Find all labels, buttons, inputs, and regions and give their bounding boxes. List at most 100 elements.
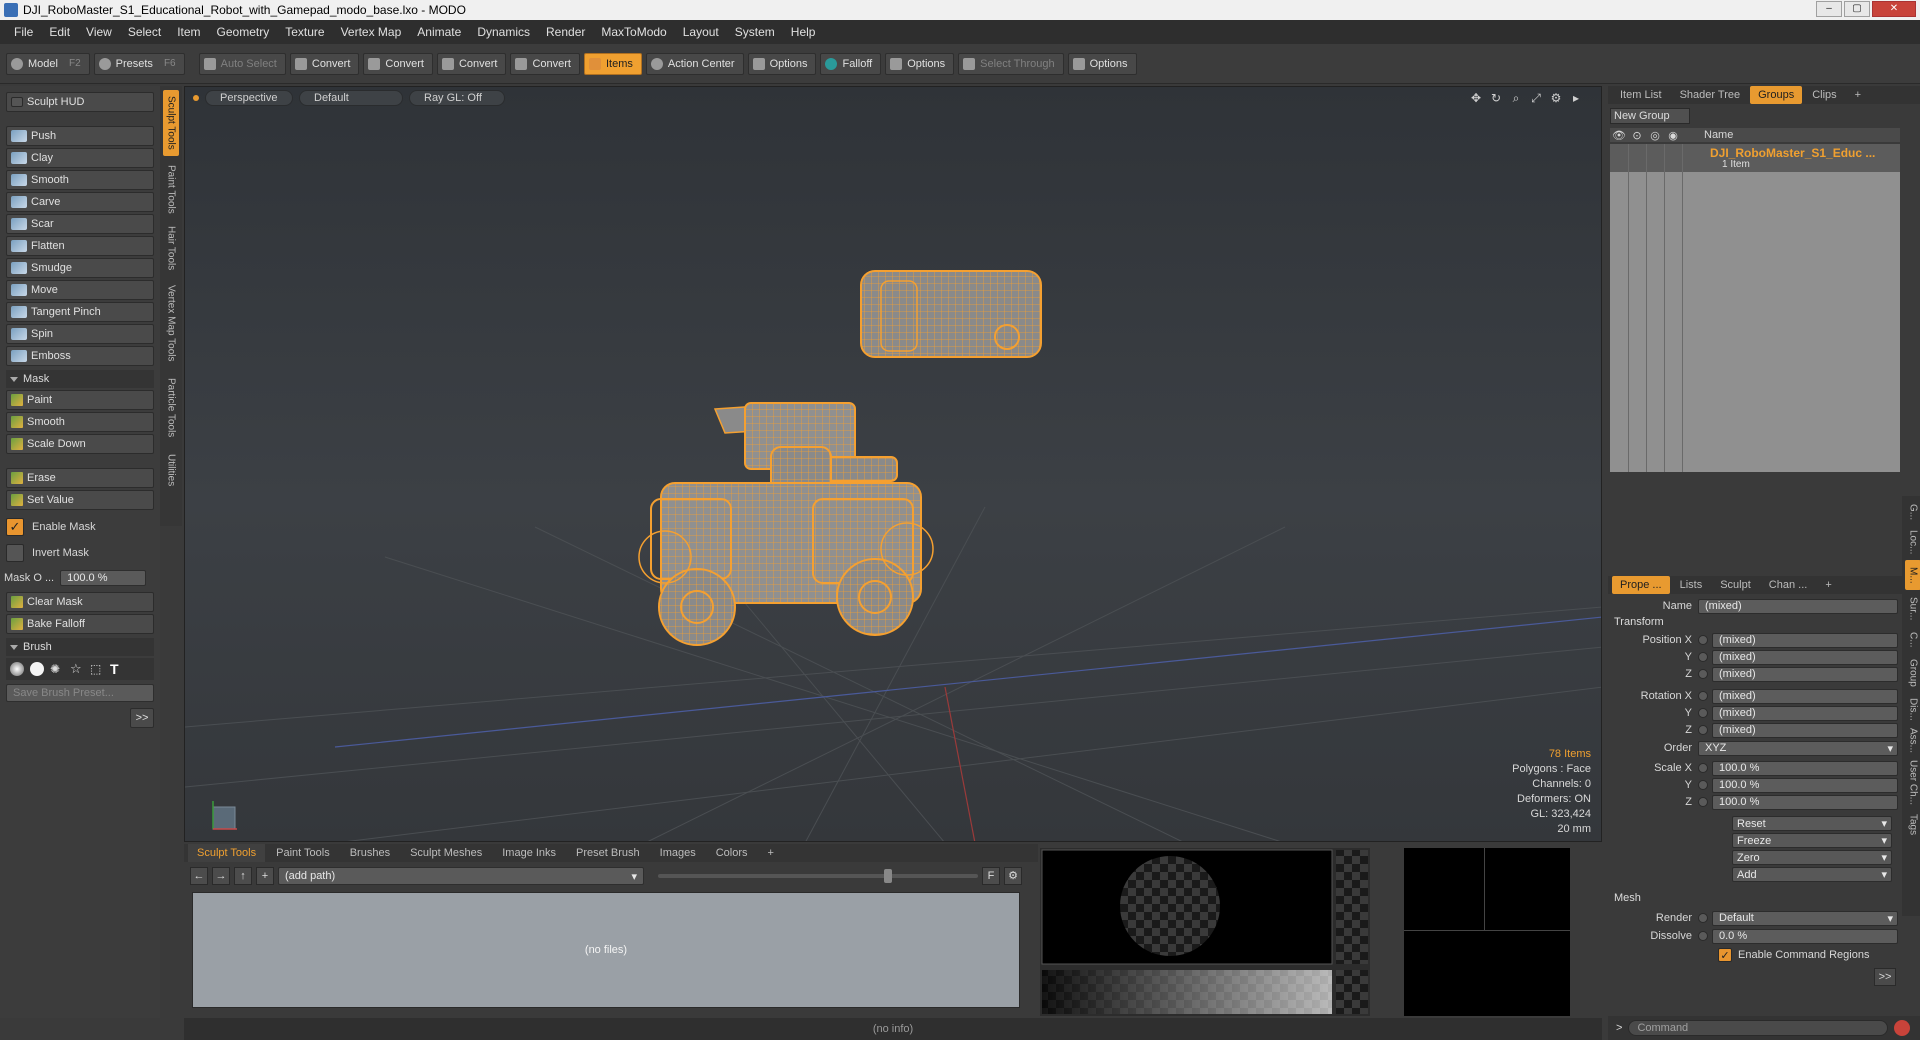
minimize-button[interactable]: – xyxy=(1816,1,1842,17)
menu-vertex-map[interactable]: Vertex Map xyxy=(333,25,410,39)
keyframe-dot-icon[interactable] xyxy=(1698,669,1708,679)
invert-mask-checkbox[interactable] xyxy=(6,544,24,562)
vtab-g[interactable]: G... xyxy=(1905,500,1920,524)
3d-viewport[interactable]: Perspective Default Ray GL: Off ✥ ↻ ⌕ ⤢ … xyxy=(184,86,1602,842)
up-folder-icon[interactable]: ↑ xyxy=(234,867,252,885)
tab-lists[interactable]: Lists xyxy=(1672,576,1711,594)
expand-panel-button[interactable]: >> xyxy=(130,708,154,728)
vtab-c[interactable]: C... xyxy=(1905,628,1920,652)
position-z-field[interactable]: (mixed) xyxy=(1712,666,1898,682)
render-dropdown[interactable]: Default ▾ xyxy=(1712,910,1898,926)
groups-list[interactable]: DJI_RoboMaster_S1_Educ ... 1 Item xyxy=(1610,144,1900,472)
mask-paint-button[interactable]: Paint xyxy=(6,390,154,410)
rotation-y-field[interactable]: (mixed) xyxy=(1712,705,1898,721)
keyframe-dot-icon[interactable] xyxy=(1698,797,1708,807)
add-tab-button[interactable]: + xyxy=(759,844,783,862)
tab-sculpt[interactable]: Sculpt xyxy=(1712,576,1759,594)
procedural-brush-icon[interactable]: ⬚ xyxy=(90,662,104,676)
tool-emboss-button[interactable]: Emboss xyxy=(6,346,154,366)
keyframe-dot-icon[interactable] xyxy=(1698,691,1708,701)
rotation-z-field[interactable]: (mixed) xyxy=(1712,722,1898,738)
tab-paint-tools-browser[interactable]: Paint Tools xyxy=(267,844,339,862)
menu-animate[interactable]: Animate xyxy=(409,25,469,39)
group-row[interactable]: DJI_RoboMaster_S1_Educ ... 1 Item xyxy=(1610,144,1900,172)
freeze-dropdown[interactable]: Freeze ▾ xyxy=(1732,833,1892,848)
path-dropdown[interactable]: (add path) ▾ xyxy=(278,867,644,885)
thumbnail-size-slider[interactable] xyxy=(658,869,978,883)
convert-polygons-button[interactable]: Convert xyxy=(436,52,507,75)
file-list-area[interactable]: (no files) xyxy=(192,892,1020,1008)
tab-colors[interactable]: Colors xyxy=(707,844,757,862)
tab-images[interactable]: Images xyxy=(651,844,705,862)
gamepad-model[interactable] xyxy=(860,270,1042,358)
menu-render[interactable]: Render xyxy=(538,25,593,39)
brush-section-header[interactable]: Brush xyxy=(6,638,154,656)
back-arrow-icon[interactable]: ← xyxy=(190,867,208,885)
tab-clips[interactable]: Clips xyxy=(1804,86,1844,104)
presets-button[interactable]: Presets F6 xyxy=(93,52,185,75)
erase-button[interactable]: Erase xyxy=(6,468,154,488)
vtab-group[interactable]: Group xyxy=(1905,654,1920,692)
convert-materials-button[interactable]: Convert xyxy=(510,52,580,75)
mask-smooth-button[interactable]: Smooth xyxy=(6,412,154,432)
tab-image-inks[interactable]: Image Inks xyxy=(493,844,565,862)
position-x-field[interactable]: (mixed) xyxy=(1712,632,1898,648)
tab-sculpt-meshes[interactable]: Sculpt Meshes xyxy=(401,844,491,862)
name-field[interactable]: (mixed) xyxy=(1698,598,1898,614)
tool-carve-button[interactable]: Carve xyxy=(6,192,154,212)
convert-vertices-button[interactable]: Convert xyxy=(289,52,360,75)
forward-arrow-icon[interactable]: → xyxy=(212,867,230,885)
menu-geometry[interactable]: Geometry xyxy=(209,25,278,39)
model-mode-button[interactable]: Model F2 xyxy=(6,52,90,75)
tab-sculpt-tools-browser[interactable]: Sculpt Tools xyxy=(188,844,266,862)
zero-dropdown[interactable]: Zero ▾ xyxy=(1732,850,1892,865)
tool-clay-button[interactable]: Clay xyxy=(6,148,154,168)
action-center-button[interactable]: Action Center xyxy=(645,52,744,75)
keyframe-dot-icon[interactable] xyxy=(1698,780,1708,790)
set-value-button[interactable]: Set Value xyxy=(6,490,154,510)
tab-brushes[interactable]: Brushes xyxy=(341,844,399,862)
sculpt-hud-button[interactable]: Sculpt HUD xyxy=(6,92,154,112)
menu-maxtomodo[interactable]: MaxToModo xyxy=(593,25,674,39)
vtab-locator[interactable]: Loc... xyxy=(1905,526,1920,558)
add-prop-tab-button[interactable]: + xyxy=(1817,576,1839,594)
props-expand-button[interactable]: >> xyxy=(1874,968,1896,986)
reset-dropdown[interactable]: Reset ▾ xyxy=(1732,816,1892,831)
robot-model[interactable] xyxy=(638,402,934,646)
enable-mask-checkbox[interactable]: ✓ xyxy=(6,518,24,536)
convert-edges-button[interactable]: Convert xyxy=(363,52,433,75)
keyframe-dot-icon[interactable] xyxy=(1698,763,1708,773)
menu-view[interactable]: View xyxy=(78,25,120,39)
splat-brush-icon[interactable]: ✺ xyxy=(50,662,64,676)
tab-groups[interactable]: Groups xyxy=(1750,86,1803,104)
vtab-display[interactable]: Dis... xyxy=(1905,694,1920,724)
menu-system[interactable]: System xyxy=(727,25,783,39)
mask-section-header[interactable]: Mask xyxy=(6,370,154,388)
tool-smudge-button[interactable]: Smudge xyxy=(6,258,154,278)
tab-shader-tree[interactable]: Shader Tree xyxy=(1672,86,1749,104)
tab-vertex-map-tools[interactable]: Vertex Map Tools xyxy=(163,278,179,368)
tool-smooth-button[interactable]: Smooth xyxy=(6,170,154,190)
soft-brush-icon[interactable] xyxy=(10,662,24,676)
tool-push-button[interactable]: Push xyxy=(6,126,154,146)
menu-item[interactable]: Item xyxy=(169,25,208,39)
tab-paint-tools[interactable]: Paint Tools xyxy=(163,160,179,218)
tab-properties[interactable]: Prope ... xyxy=(1612,576,1670,594)
menu-edit[interactable]: Edit xyxy=(41,25,78,39)
mesh-section-header[interactable]: Mesh xyxy=(1614,892,1641,904)
tool-tangent-pinch-button[interactable]: Tangent Pinch xyxy=(6,302,154,322)
scale-z-field[interactable]: 100.0 % xyxy=(1712,794,1898,810)
mask-scale-down-button[interactable]: Scale Down xyxy=(6,434,154,454)
position-y-field[interactable]: (mixed) xyxy=(1712,649,1898,665)
action-center-options-button[interactable]: Options xyxy=(747,52,817,75)
falloff-options-button[interactable]: Options xyxy=(885,52,955,75)
keyframe-dot-icon[interactable] xyxy=(1698,913,1708,923)
vtab-surface[interactable]: Sur... xyxy=(1905,592,1920,626)
scale-y-field[interactable]: 100.0 % xyxy=(1712,777,1898,793)
dissolve-field[interactable]: 0.0 % xyxy=(1712,928,1898,944)
menu-help[interactable]: Help xyxy=(783,25,824,39)
auto-select-button[interactable]: Auto Select xyxy=(198,52,286,75)
bake-falloff-button[interactable]: Bake Falloff xyxy=(6,614,154,634)
vtab-tags[interactable]: Tags xyxy=(1905,810,1920,840)
command-input[interactable]: Command xyxy=(1628,1020,1889,1036)
